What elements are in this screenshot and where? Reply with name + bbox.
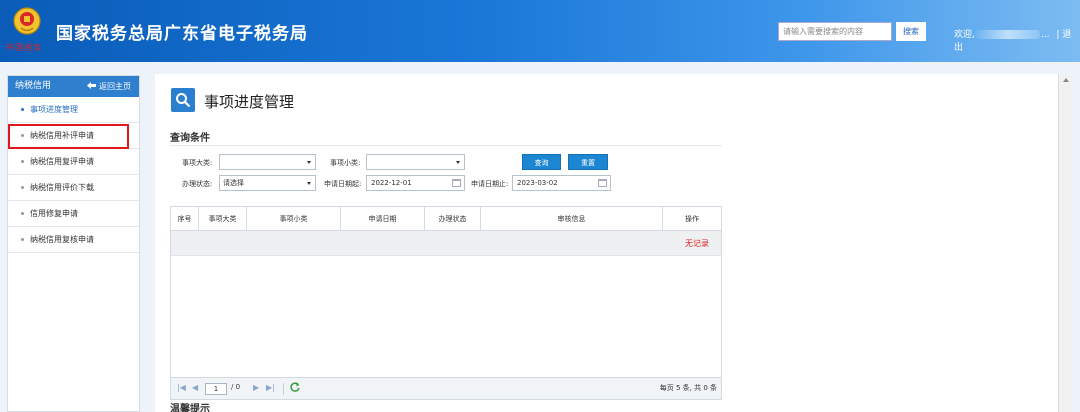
column-header: 办理状态 bbox=[425, 207, 481, 231]
sidebar-item-label: 信用修复申请 bbox=[30, 209, 78, 218]
reset-button[interactable]: 重置 bbox=[568, 154, 608, 170]
bullet-icon bbox=[21, 212, 24, 215]
next-page-icon[interactable]: ▶ bbox=[253, 383, 259, 392]
status-label: 办理状态: bbox=[182, 180, 213, 188]
sidebar-item-label: 事项进度管理 bbox=[30, 105, 78, 114]
bullet-icon bbox=[21, 160, 24, 163]
search-input[interactable]: 请输入需要搜索的内容 bbox=[778, 22, 892, 41]
page-title: 事项进度管理 bbox=[204, 93, 295, 111]
column-header: 审核信息 bbox=[481, 207, 663, 231]
bullet-icon bbox=[21, 238, 24, 241]
back-home-link[interactable]: 返回主页 bbox=[87, 76, 131, 97]
calendar-icon[interactable] bbox=[452, 179, 461, 187]
search-button[interactable]: 搜索 bbox=[896, 22, 926, 41]
sidebar-item-download[interactable]: 纳税信用评价下载 bbox=[8, 175, 139, 201]
last-page-icon[interactable]: ▶| bbox=[266, 383, 275, 392]
bullet-icon bbox=[21, 186, 24, 189]
pager-divider bbox=[283, 383, 284, 395]
tips-title: 温馨提示 bbox=[170, 404, 210, 412]
sidebar-item-progress[interactable]: 事项进度管理 bbox=[8, 97, 139, 123]
date-from-value: 2022-12-01 bbox=[371, 179, 412, 187]
bullet-icon bbox=[21, 108, 24, 111]
sidebar-title: 纳税信用 bbox=[15, 81, 52, 91]
sidebar-item-label: 纳税信用复核申请 bbox=[30, 235, 94, 244]
column-header: 申请日期 bbox=[341, 207, 425, 231]
table-header: 序号 事项大类 事项小类 申请日期 办理状态 审核信息 操作 bbox=[171, 207, 721, 231]
column-header: 操作 bbox=[685, 215, 699, 223]
sidebar-header: 纳税信用 返回主页 bbox=[8, 76, 139, 97]
minor-category-select[interactable] bbox=[366, 154, 465, 170]
empty-message: 无记录 bbox=[685, 239, 709, 248]
sidebar-item-label: 纳税信用评价下载 bbox=[30, 183, 94, 192]
prev-page-icon[interactable]: ◀ bbox=[192, 383, 198, 392]
chevron-down-icon bbox=[456, 161, 460, 164]
chevron-down-icon bbox=[307, 182, 311, 185]
total-pages: / 0 bbox=[231, 383, 241, 391]
sidebar-item-label: 纳税信用复评申请 bbox=[30, 157, 94, 166]
chevron-down-icon bbox=[307, 161, 311, 164]
minor-category-label: 事项小类: bbox=[330, 159, 361, 167]
column-header: 事项小类 bbox=[247, 207, 341, 231]
section-divider bbox=[170, 145, 722, 146]
sidebar-item-repair[interactable]: 信用修复申请 bbox=[8, 201, 139, 227]
site-header: 中国税务 国家税务总局广东省电子税务局 请输入需要搜索的内容 搜索 欢迎,...… bbox=[0, 0, 1080, 62]
search-icon bbox=[171, 88, 195, 112]
date-from-label: 申请日期起: bbox=[324, 180, 362, 188]
welcome-area: 欢迎,... | 退出 bbox=[954, 27, 1080, 53]
vertical-scrollbar[interactable] bbox=[1058, 74, 1072, 412]
major-category-label: 事项大类: bbox=[182, 159, 213, 167]
page-number-input[interactable]: 1 bbox=[205, 383, 227, 395]
date-to-label: 申请日期止: bbox=[471, 180, 509, 188]
pagination-bar: |◀ ◀ 1 / 0 ▶ ▶| 每页 5 条, 共 0 条 bbox=[171, 377, 721, 399]
back-home-label: 返回主页 bbox=[99, 82, 131, 91]
welcome-label: 欢迎, bbox=[954, 30, 975, 40]
refresh-icon[interactable] bbox=[290, 382, 300, 394]
pager-info: 每页 5 条, 共 0 条 bbox=[659, 384, 717, 392]
column-header: 事项大类 bbox=[199, 207, 247, 231]
main-panel: 事项进度管理 查询条件 事项大类: 事项小类: 查询 重置 办理状态: 请选择 … bbox=[155, 74, 1058, 412]
highlight-annotation bbox=[8, 124, 129, 149]
results-table: 序号 事项大类 事项小类 申请日期 办理状态 审核信息 操作 无记录 |◀ ◀ … bbox=[170, 206, 722, 400]
query-section-title: 查询条件 bbox=[170, 133, 210, 144]
date-to-input[interactable]: 2023-03-02 bbox=[512, 175, 611, 191]
first-page-icon[interactable]: |◀ bbox=[177, 383, 186, 392]
welcome-ellipsis: ... bbox=[1040, 30, 1050, 40]
site-title: 国家税务总局广东省电子税务局 bbox=[56, 24, 308, 44]
sidebar-item-reevaluate[interactable]: 纳税信用复评申请 bbox=[8, 149, 139, 175]
emblem-caption: 中国税务 bbox=[6, 43, 42, 52]
date-to-value: 2023-03-02 bbox=[517, 179, 558, 187]
tax-emblem-icon bbox=[8, 6, 46, 40]
back-arrow-icon bbox=[87, 76, 96, 97]
column-header: 序号 bbox=[171, 207, 199, 231]
date-from-input[interactable]: 2022-12-01 bbox=[366, 175, 465, 191]
status-select[interactable]: 请选择 bbox=[219, 175, 316, 191]
status-value: 请选择 bbox=[223, 179, 244, 187]
query-button[interactable]: 查询 bbox=[522, 154, 561, 170]
scroll-up-icon[interactable] bbox=[1063, 78, 1069, 82]
username-redacted bbox=[975, 30, 1040, 39]
table-row: 无记录 bbox=[171, 231, 721, 256]
major-category-select[interactable] bbox=[219, 154, 316, 170]
calendar-icon[interactable] bbox=[598, 179, 607, 187]
sidebar-item-review[interactable]: 纳税信用复核申请 bbox=[8, 227, 139, 253]
